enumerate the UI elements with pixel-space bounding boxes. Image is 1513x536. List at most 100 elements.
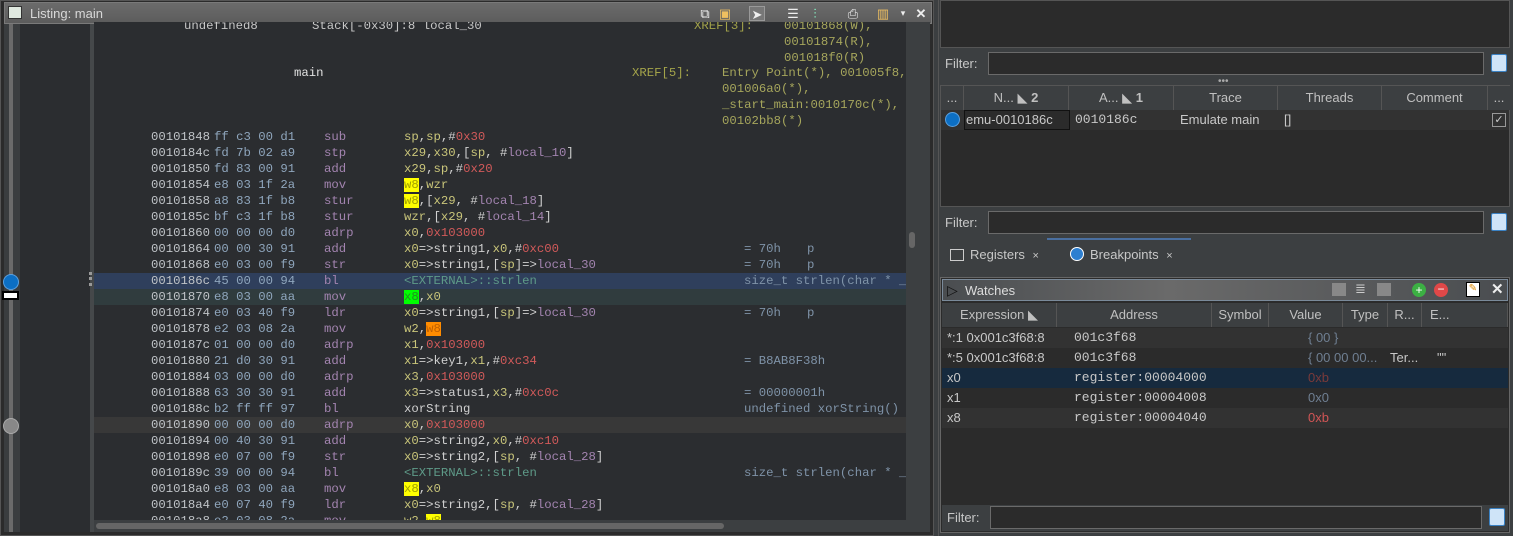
close-icon[interactable]: ✕ [1491,280,1504,298]
operand-token[interactable]: sp [500,450,515,464]
operand-token[interactable]: 0xc34 [500,354,537,368]
operand-token[interactable]: local_30 [537,258,596,272]
instruction-row[interactable]: 00101884 03 00 00 d0 adrp x3,0x103000 [94,369,906,385]
operand-token[interactable]: sp [500,258,515,272]
operand-token[interactable]: ,# [507,242,522,256]
close-icon[interactable]: × [1166,250,1172,262]
instruction-operands[interactable]: x0,0x103000 [404,225,485,241]
instruction-row[interactable]: 0010184c fd 7b 02 a9 stp x29,x30,[sp, #loca… [94,145,906,161]
operand-token[interactable]: , [426,146,433,160]
operand-token[interactable]: local_18 [478,194,537,208]
operand-token[interactable]: x0 [404,258,419,272]
list-icon[interactable]: ≣ [1355,281,1366,297]
operand-token[interactable]: 0x103000 [426,338,485,352]
column-header-trace[interactable]: Trace [1174,86,1278,110]
scroll-thumb[interactable] [909,232,915,248]
operand-token[interactable]: =>status1, [419,386,493,400]
operand-token[interactable]: sp [470,146,485,160]
operand-token[interactable]: x0 [404,450,419,464]
scroll-thumb[interactable] [96,523,724,529]
operand-token[interactable]: local_30 [537,306,596,320]
instruction-operands[interactable]: xorString [404,401,470,417]
instruction-row[interactable]: 00101878 e2 03 08 2a mov w2,w8 [94,321,906,337]
operand-token[interactable]: 0x30 [456,130,486,144]
operand-token[interactable]: , # [515,498,537,512]
column-header-name[interactable]: N... ◣ 2 [964,86,1069,110]
operand-token[interactable]: sp [500,306,515,320]
instruction-row[interactable]: 00101894 00 40 30 91 add x0=>string2,x0,#0x… [94,433,906,449]
operand-token[interactable]: 0x103000 [426,418,485,432]
operand-token[interactable]: x0 [493,242,508,256]
listing-horizontal-scrollbar[interactable] [94,520,930,532]
instruction-row[interactable]: 001018a0 e8 03 00 aa mov x8,x0 [94,481,906,497]
instruction-operands[interactable]: w2,w8 [404,321,441,337]
display-options-icon[interactable]: ▥ [875,6,891,21]
watch-row[interactable]: x0 register:00004000 0xb [942,368,1508,388]
watch-row[interactable]: *:1 0x001c3f68:8 001c3f68 { 00 } [942,328,1508,348]
instruction-operands[interactable]: x3,0x103000 [404,369,485,385]
operand-token[interactable]: x29 [434,194,456,208]
operand-token[interactable]: local_10 [507,146,566,160]
operand-token[interactable]: <EXTERNAL>::strlen [404,466,537,480]
column-header-address[interactable]: Address [1057,303,1212,327]
operand-token[interactable]: sp [434,162,449,176]
operand-token[interactable]: 0x103000 [426,370,485,384]
operand-token[interactable]: x8 [404,290,419,304]
column-header-value[interactable]: Value [1269,303,1343,327]
trace-checkbox[interactable]: ✓ [1492,113,1506,127]
operand-token[interactable]: x3 [404,370,419,384]
operand-token[interactable]: xorString [404,402,470,416]
instruction-row[interactable]: 0010189c 39 00 00 94 bl <EXTERNAL>::strlen s… [94,465,906,481]
instruction-row[interactable]: 00101860 00 00 00 d0 adrp x0,0x103000 [94,225,906,241]
instruction-operands[interactable]: x0=>string2,x0,#0xc10 [404,433,559,449]
operand-token[interactable]: ] [544,210,551,224]
memory-icon[interactable] [1377,283,1391,296]
instruction-row[interactable]: 00101858 a8 83 1f b8 stur w8,[x29, #local_1… [94,193,906,209]
instruction-row[interactable]: 00101848 ff c3 00 d1 sub sp,sp,#0x30 [94,129,906,145]
instruction-operands[interactable]: x0=>string1,[sp]=>local_30 [404,305,596,321]
cursor-tracking-icon[interactable]: ➤ [749,6,765,22]
copy-icon[interactable]: ⧉ [697,6,713,21]
field-layout-icon[interactable]: ☰ [785,6,801,21]
filter-options-icon[interactable] [1491,213,1507,231]
operand-token[interactable]: x30 [434,146,456,160]
operand-token[interactable]: =>string2, [419,434,493,448]
diff-view-icon[interactable]: ⫶ [807,6,823,21]
trace-row[interactable]: emu-0010186c 0010186c Emulate main [] ✓ [941,110,1509,130]
operand-token[interactable]: , # [485,146,507,160]
column-header-repr[interactable]: R... [1388,303,1422,327]
operand-token[interactable]: x0 [404,242,419,256]
close-icon[interactable]: ✕ [913,6,929,21]
instruction-operands[interactable]: <EXTERNAL>::strlen [404,465,537,481]
operand-token[interactable]: x29 [404,146,426,160]
operand-token[interactable]: x1 [404,338,419,352]
instruction-operands[interactable]: w8,wzr [404,177,448,193]
instruction-operands[interactable]: x8,x0 [404,289,441,305]
filter-options-icon[interactable] [1489,508,1505,526]
operand-token[interactable]: x3 [404,386,419,400]
column-header-address[interactable]: A... ◣ 1 [1069,86,1174,110]
operand-token[interactable]: w8 [404,178,419,192]
operand-token[interactable]: x0 [426,290,441,304]
tab-breakpoints[interactable]: Breakpoints × [1070,245,1173,265]
instruction-row[interactable]: 00101870 e8 03 00 aa mov x8,x0 [94,289,906,305]
instruction-row[interactable]: 0010186c 45 00 00 94 bl <EXTERNAL>::strlen s… [94,273,906,289]
instruction-operands[interactable]: x0,0x103000 [404,417,485,433]
filter-input[interactable] [988,52,1484,75]
operand-token[interactable]: ,# [507,434,522,448]
instruction-operands[interactable]: x0=>string2,[sp, #local_28] [404,497,603,513]
operand-token[interactable]: ,[ [426,210,441,224]
operand-token[interactable]: x0 [426,482,441,496]
operand-token[interactable]: =>string1,[ [419,258,500,272]
operand-token[interactable]: =>string2,[ [419,498,500,512]
function-label[interactable]: main [294,65,324,81]
operand-token[interactable]: wzr [426,178,448,192]
operand-token[interactable]: ]=> [515,258,537,272]
instruction-operands[interactable]: x29,x30,[sp, #local_10] [404,145,574,161]
instruction-row[interactable]: 001018a4 e0 07 40 f9 ldr x0=>string2,[sp, #… [94,497,906,513]
snapshot-icon[interactable]: ⎙ [845,6,861,21]
tab-registers[interactable]: Registers × [950,245,1039,265]
column-header-threads[interactable]: Threads [1278,86,1382,110]
data-type-icon[interactable] [1332,283,1346,296]
instruction-row[interactable]: 00101888 63 30 30 91 add x3=>status1,x3,#0x… [94,385,906,401]
